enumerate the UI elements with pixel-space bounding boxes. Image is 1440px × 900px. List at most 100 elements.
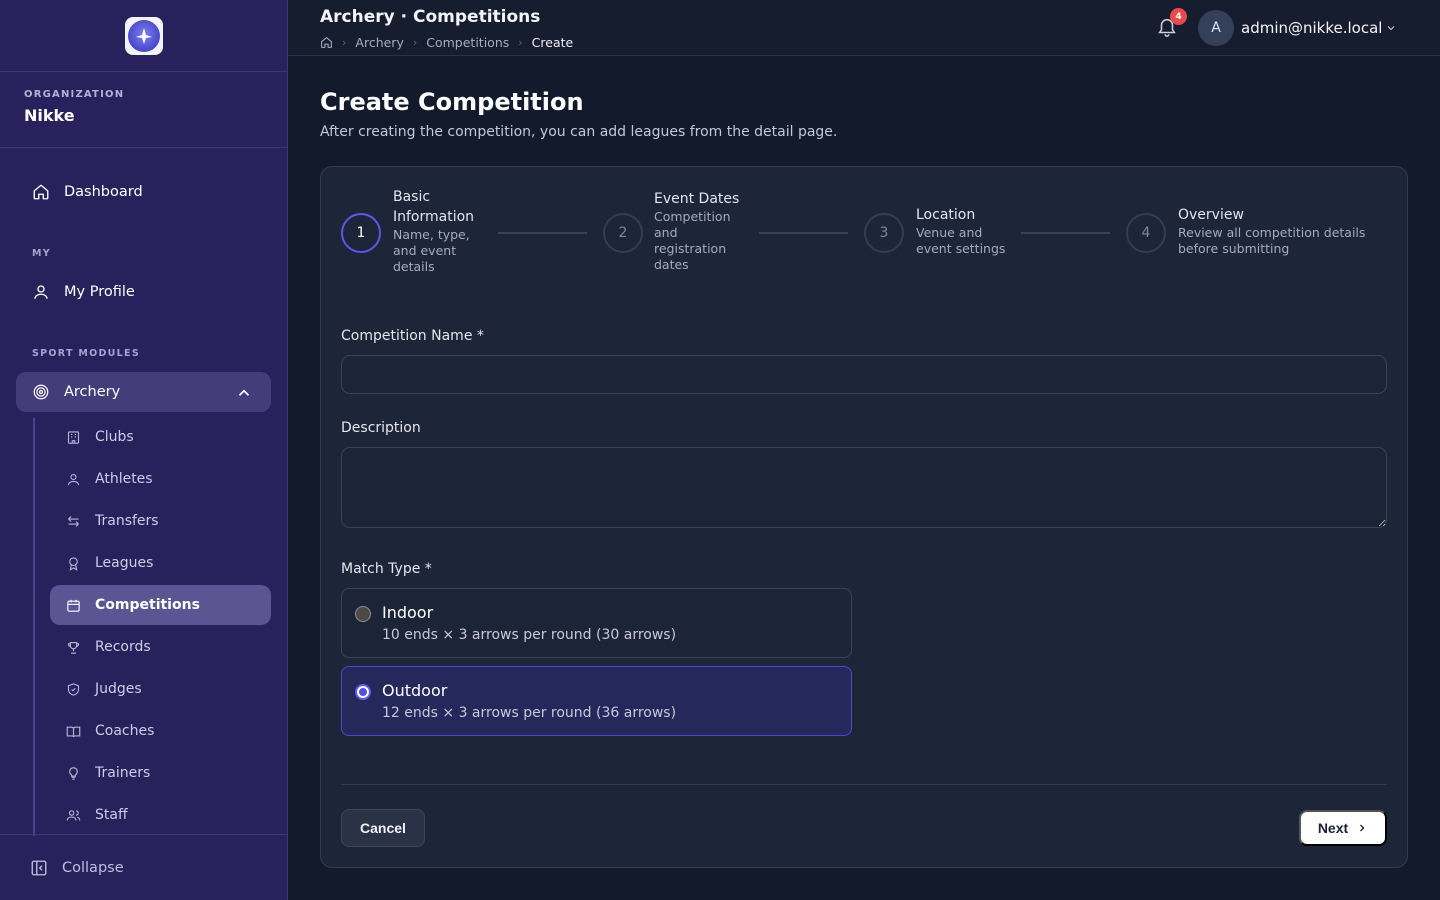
match-type-label: Match Type * — [341, 561, 432, 577]
chevron-right-icon: › — [412, 36, 418, 49]
user-email[interactable]: admin@nikke.local — [1241, 19, 1382, 37]
arrows-swap-icon — [68, 515, 79, 527]
step-4-desc: Review all competition details before su… — [1178, 225, 1366, 256]
breadcrumb-current: Create — [531, 35, 574, 50]
chevron-right-icon — [1360, 824, 1365, 832]
notification-badge: 4 — [1170, 8, 1187, 25]
radio-outdoor[interactable] — [355, 684, 371, 700]
app-logo[interactable] — [124, 16, 163, 55]
user-icon — [34, 285, 48, 299]
breadcrumb: › Archery › Competitions › Create — [320, 35, 573, 50]
shield-icon — [67, 682, 80, 696]
step-1-desc: Name, type, and event details — [393, 227, 470, 274]
sidebar-item-clubs[interactable]: Clubs — [50, 417, 271, 457]
chevron-right-icon: › — [342, 36, 347, 49]
step-connector — [498, 232, 587, 234]
competition-name-label: Competition Name * — [341, 328, 484, 344]
book-open-icon — [66, 726, 81, 737]
match-type-option-outdoor[interactable]: Outdoor 12 ends × 3 arrows per round (36… — [341, 666, 852, 736]
step-3-title: Location — [916, 207, 976, 223]
sidebar-item-trainers[interactable]: Trainers — [50, 753, 271, 793]
avatar[interactable]: A — [1198, 10, 1234, 46]
radio-indoor[interactable] — [355, 606, 371, 622]
sidebar-item-athletes[interactable]: Athletes — [50, 459, 271, 499]
calendar-icon — [67, 599, 80, 612]
submenu-guide-line — [33, 418, 35, 836]
sidebar-item-label: Competitions — [95, 597, 200, 613]
step-2-desc: Competition and registration dates — [654, 209, 731, 272]
match-type-option-indoor[interactable]: Indoor 10 ends × 3 arrows per round (30 … — [341, 588, 852, 658]
step-1-indicator[interactable]: 1 — [341, 213, 381, 253]
step-connector — [1021, 232, 1110, 234]
logo-emblem-icon — [127, 19, 160, 52]
sidebar-item-label: Transfers — [95, 513, 159, 529]
step-connector — [759, 232, 848, 234]
next-label: Next — [1317, 820, 1349, 836]
page-title: Create Competition — [320, 88, 584, 116]
section-caption-sport-modules: SPORT MODULES — [32, 348, 140, 359]
sidebar: ORGANIZATION Nikke Dashboard MY My Profi… — [0, 0, 288, 900]
organization-caption: ORGANIZATION — [24, 89, 125, 100]
option-title: Outdoor — [382, 681, 448, 700]
sidebar-item-label: Dashboard — [64, 184, 143, 200]
competition-form-card: 1 Basic Information Name, type, and even… — [320, 166, 1408, 868]
sidebar-item-coaches[interactable]: Coaches — [50, 711, 271, 751]
sidebar-item-archery[interactable]: Archery — [16, 372, 271, 412]
organization-name: Nikke — [24, 106, 75, 125]
sidebar-collapse-icon — [31, 860, 47, 875]
chevron-down-icon[interactable] — [1385, 22, 1397, 34]
sidebar-item-label: Records — [95, 639, 151, 655]
sidebar-item-label: Staff — [95, 807, 128, 823]
sidebar-item-label: Clubs — [95, 429, 134, 445]
award-icon — [69, 556, 78, 571]
section-caption-my: MY — [32, 248, 51, 259]
page-header-title: Archery · Competitions — [320, 7, 541, 27]
breadcrumb-competitions[interactable]: Competitions — [426, 35, 509, 50]
lightbulb-icon — [69, 766, 78, 780]
chevron-up-icon[interactable] — [235, 384, 253, 402]
sidebar-item-label: Leagues — [95, 555, 154, 571]
competition-name-input[interactable] — [341, 355, 1387, 394]
option-title: Indoor — [382, 603, 434, 622]
trophy-icon — [67, 641, 80, 654]
step-3-desc: Venue and event settings — [916, 225, 1006, 256]
description-label: Description — [341, 420, 421, 436]
top-bar: Archery · Competitions › Archery › Compe… — [288, 0, 1440, 56]
sidebar-item-my-profile[interactable]: My Profile — [16, 272, 271, 312]
sidebar-item-transfers[interactable]: Transfers — [50, 501, 271, 541]
description-textarea[interactable] — [341, 447, 1387, 528]
sidebar-item-staff[interactable]: Staff — [50, 795, 271, 835]
step-2-indicator[interactable]: 2 — [603, 213, 643, 253]
cancel-label: Cancel — [360, 820, 406, 836]
sidebar-item-competitions[interactable]: Competitions — [50, 585, 271, 625]
organization-block: ORGANIZATION Nikke — [0, 72, 287, 148]
step-3-indicator[interactable]: 3 — [864, 213, 904, 253]
sidebar-item-dashboard[interactable]: Dashboard — [16, 172, 271, 212]
sidebar-item-label: Trainers — [95, 765, 151, 781]
home-icon[interactable] — [320, 36, 333, 49]
option-desc: 10 ends × 3 arrows per round (30 arrows) — [382, 627, 677, 643]
sidebar-item-label: Athletes — [95, 471, 153, 487]
form-divider — [341, 784, 1387, 785]
building-icon — [67, 430, 80, 444]
sidebar-item-judges[interactable]: Judges — [50, 669, 271, 709]
target-icon — [33, 384, 49, 400]
user-icon — [67, 473, 80, 485]
page-subtitle: After creating the competition, you can … — [320, 124, 838, 140]
collapse-sidebar-button[interactable]: Collapse — [0, 834, 288, 900]
step-4-indicator[interactable]: 4 — [1126, 213, 1166, 253]
logo-area — [0, 0, 287, 72]
step-2-title: Event Dates — [654, 191, 740, 207]
chevron-right-icon: › — [518, 36, 523, 49]
collapse-label: Collapse — [62, 859, 124, 876]
users-icon — [66, 809, 81, 821]
breadcrumb-archery[interactable]: Archery — [355, 35, 403, 50]
sidebar-item-label: Archery — [64, 384, 121, 400]
next-button[interactable]: Next — [1299, 810, 1387, 846]
cancel-button[interactable]: Cancel — [341, 809, 425, 847]
sidebar-item-label: Judges — [95, 681, 142, 697]
step-1-title: Basic Information — [393, 189, 475, 225]
sidebar-item-leagues[interactable]: Leagues — [50, 543, 271, 583]
sidebar-item-label: Coaches — [95, 723, 155, 739]
sidebar-item-records[interactable]: Records — [50, 627, 271, 667]
